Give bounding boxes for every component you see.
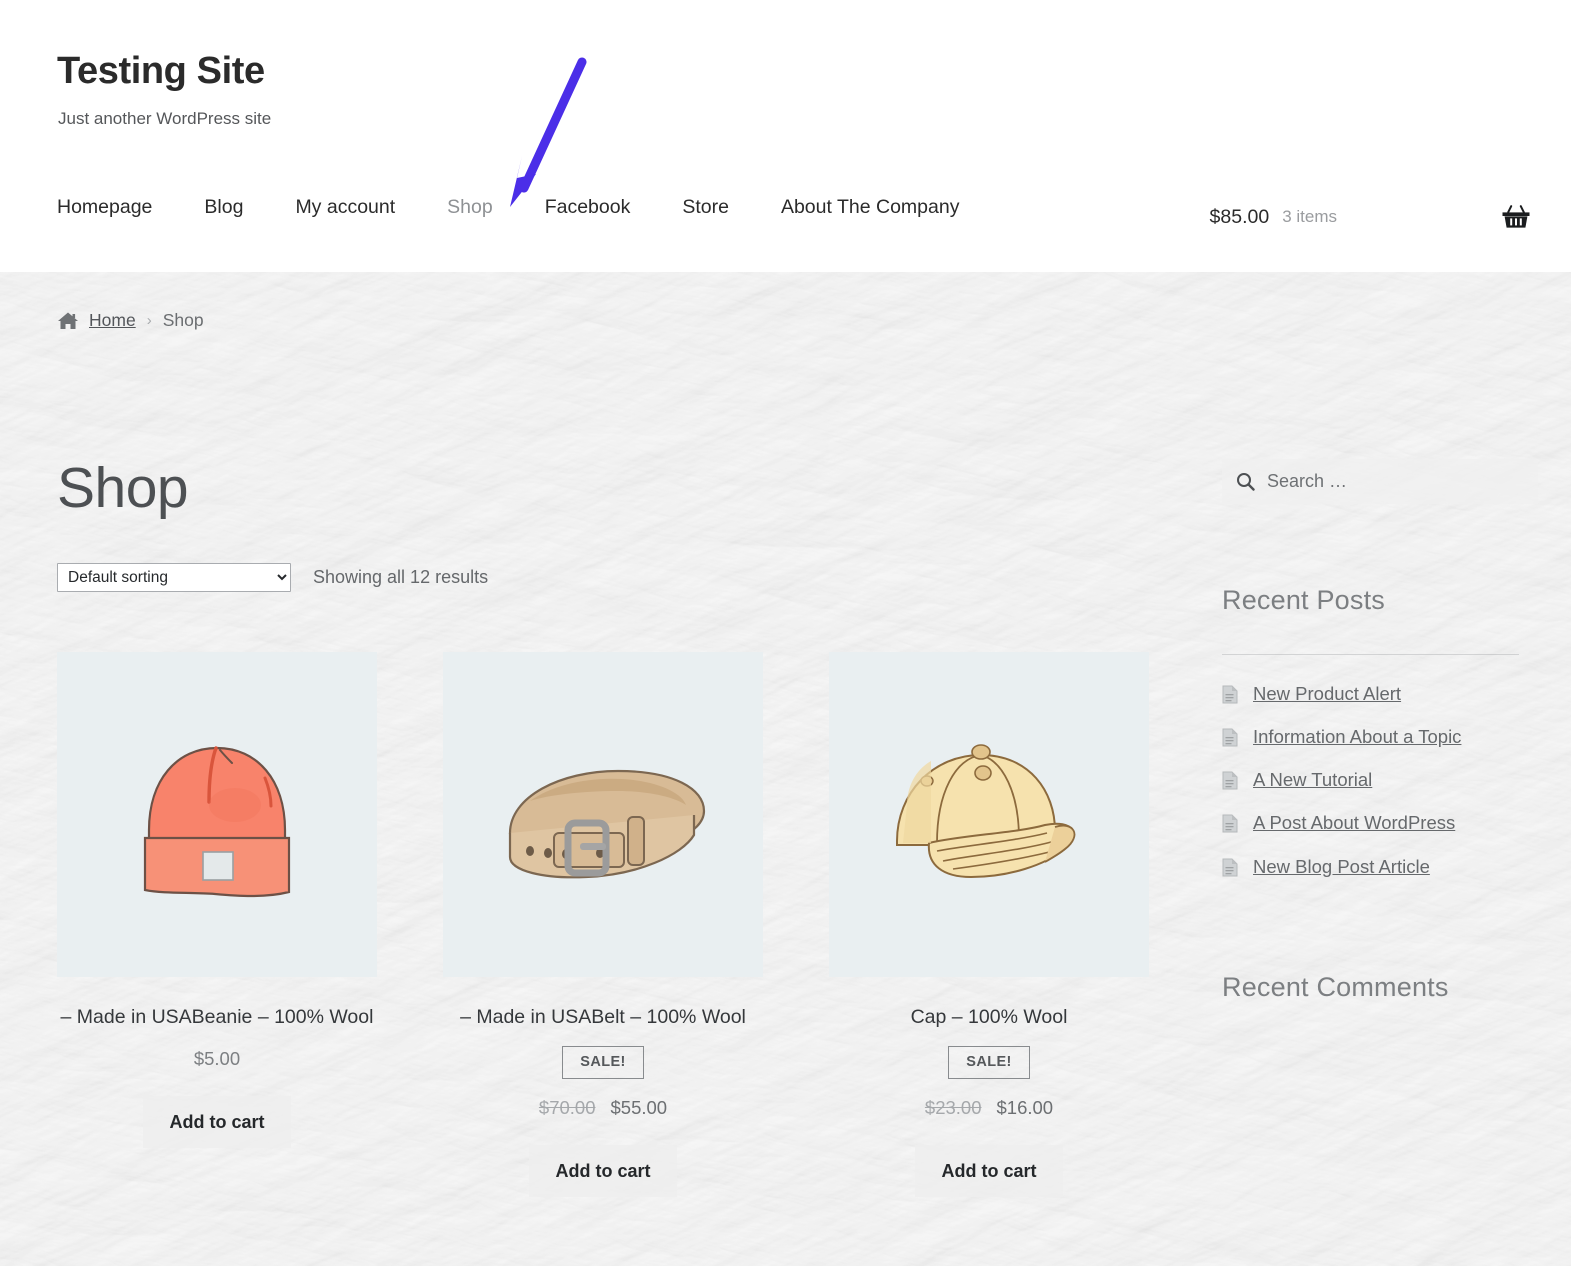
nav-item-my-account[interactable]: My account [295,196,395,219]
nav-item-store[interactable]: Store [682,196,729,219]
list-item: New Blog Post Article [1222,855,1538,878]
sale-badge: SALE! [562,1046,644,1079]
site-title[interactable]: Testing Site [57,52,265,90]
price-value: $5.00 [193,1048,241,1070]
document-icon [1222,685,1238,704]
shop-toolbar: Default sorting Sort by popularity Sort … [57,563,488,592]
recent-post-link[interactable]: A Post About WordPress [1253,811,1455,834]
product-image-beanie[interactable] [57,652,377,977]
cart-block[interactable]: $85.00 3 items [1210,196,1531,238]
product-image-belt[interactable] [443,652,763,977]
nav-item-blog[interactable]: Blog [204,196,243,219]
page-title: Shop [57,456,189,520]
product-card: – Made in USABeanie – 100% Wool $5.00 Ad… [57,652,377,1197]
list-item: New Product Alert [1222,682,1538,705]
search-input[interactable] [1265,470,1524,493]
results-count: Showing all 12 results [313,567,489,587]
breadcrumb-home-link[interactable]: Home [89,310,136,331]
site-tagline: Just another WordPress site [58,109,272,128]
widget-title-recent-comments: Recent Comments [1222,972,1449,1002]
recent-post-link[interactable]: New Blog Post Article [1253,855,1430,878]
nav-item-facebook[interactable]: Facebook [545,196,631,219]
sorting-select[interactable]: Default sorting Sort by popularity Sort … [57,563,291,592]
recent-posts-list: New Product Alert Information About a To… [1222,682,1538,898]
breadcrumb-current: Shop [162,310,204,330]
widget-divider [1222,654,1519,655]
sale-badge: SALE! [948,1046,1030,1079]
home-icon [57,311,79,331]
document-icon [1222,858,1238,877]
search-form [1222,459,1538,504]
shopping-basket-icon[interactable] [1501,204,1531,230]
product-grid: – Made in USABeanie – 100% Wool $5.00 Ad… [57,652,1155,1197]
add-to-cart-button[interactable]: Add to cart [915,1144,1063,1197]
product-price: $23.00 $16.00 [925,1097,1053,1119]
breadcrumb-separator: › [146,312,152,329]
search-icon [1236,472,1255,491]
product-card: Cap – 100% Wool SALE! $23.00 $16.00 Add … [829,652,1149,1197]
product-card: – Made in USABelt – 100% Wool SALE! $70.… [443,652,763,1197]
list-item: Information About a Topic [1222,725,1538,748]
product-image-cap[interactable] [829,652,1149,977]
document-icon [1222,728,1238,747]
nav-item-shop[interactable]: Shop [447,196,493,219]
breadcrumb: Home › Shop [57,310,204,331]
cart-item-count: 3 items [1282,207,1337,226]
content-wrap: Home › Shop Shop Default sorting Sort by… [0,272,1571,1266]
product-price: $5.00 [194,1048,240,1070]
page-body: Home › Shop Shop Default sorting Sort by… [0,272,1571,1266]
recent-post-link[interactable]: A New Tutorial [1253,768,1372,791]
site-header: Testing Site Just another WordPress site… [0,0,1571,272]
price-sale: $16.00 [996,1096,1054,1118]
cart-total: $85.00 [1209,205,1270,228]
primary-navigation: Homepage Blog My account Shop Facebook S… [0,196,1571,248]
price-sale: $55.00 [610,1096,668,1118]
recent-post-link[interactable]: New Product Alert [1253,682,1401,705]
list-item: A Post About WordPress [1222,811,1538,834]
add-to-cart-button[interactable]: Add to cart [143,1096,291,1149]
document-icon [1222,771,1238,790]
product-title[interactable]: – Made in USABeanie – 100% Wool [61,1005,374,1030]
nav-list: Homepage Blog My account Shop Facebook S… [57,196,959,219]
price-original: $23.00 [924,1096,982,1118]
document-icon [1222,814,1238,833]
add-to-cart-button[interactable]: Add to cart [529,1144,677,1197]
product-title[interactable]: – Made in USABelt – 100% Wool [460,1005,746,1030]
recent-post-link[interactable]: Information About a Topic [1253,725,1461,748]
price-original: $70.00 [538,1096,596,1118]
product-title[interactable]: Cap – 100% Wool [911,1005,1068,1030]
product-price: $70.00 $55.00 [539,1097,667,1119]
nav-item-about-the-company[interactable]: About The Company [781,196,960,219]
widget-title-recent-posts: Recent Posts [1222,585,1385,615]
nav-item-homepage[interactable]: Homepage [57,196,152,219]
list-item: A New Tutorial [1222,768,1538,791]
